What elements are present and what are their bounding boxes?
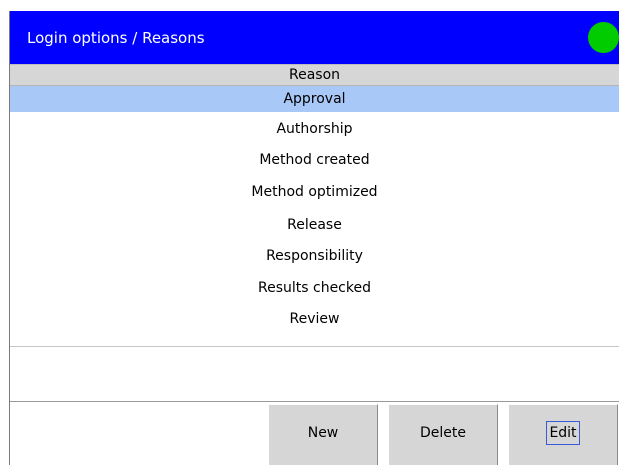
reasons-window: Login options / Reasons Reason Approval …	[9, 11, 619, 465]
table-bottom-divider	[10, 346, 619, 347]
table-row-method-created[interactable]: Method created	[10, 143, 619, 175]
reasons-table: Reason Approval Authorship Method create…	[10, 64, 619, 334]
table-row-approval[interactable]: Approval	[10, 86, 619, 112]
new-button[interactable]: New	[268, 404, 378, 465]
delete-button-label: Delete	[420, 425, 466, 441]
table-row-review[interactable]: Review	[10, 302, 619, 334]
new-button-label: New	[307, 425, 339, 441]
window-title: Login options / Reasons	[27, 29, 205, 47]
button-bar-divider	[10, 401, 619, 402]
edit-button-label: Edit	[546, 421, 580, 445]
table-row-responsibility[interactable]: Responsibility	[10, 239, 619, 271]
column-header-reason[interactable]: Reason	[10, 64, 619, 86]
table-row-method-optimized[interactable]: Method optimized	[10, 175, 619, 208]
table-row-results-checked[interactable]: Results checked	[10, 271, 619, 302]
table-row-release[interactable]: Release	[10, 208, 619, 239]
table-row-authorship[interactable]: Authorship	[10, 112, 619, 143]
edit-button[interactable]: Edit	[508, 404, 618, 465]
status-indicator-icon	[588, 22, 619, 53]
title-bar: Login options / Reasons	[10, 11, 619, 64]
delete-button[interactable]: Delete	[388, 404, 498, 465]
